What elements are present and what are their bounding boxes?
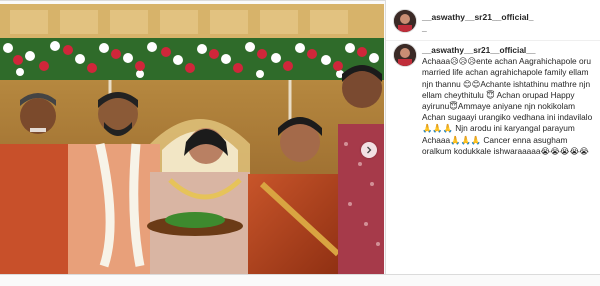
chevron-right-icon <box>367 146 372 154</box>
profile-picture <box>394 10 416 32</box>
bottom-divider <box>0 274 600 275</box>
avatar[interactable] <box>394 10 416 32</box>
comment-username[interactable]: __aswathy__sr21__official__ <box>422 45 594 56</box>
profile-picture <box>394 44 416 66</box>
post-header: __aswathy__sr21__official__ <box>386 0 600 41</box>
instagram-post-embed: __aswathy__sr21__official__ __aswathy__s… <box>0 0 600 286</box>
next-photo-button[interactable] <box>361 142 377 158</box>
post-photo[interactable] <box>0 4 384 274</box>
avatar[interactable] <box>394 44 416 66</box>
post-username[interactable]: __aswathy__sr21__official__ <box>422 12 534 34</box>
caption-text: Achaaa😥😥😥ente achan Aagrahichapole oru m… <box>422 56 595 156</box>
comment-body: __aswathy__sr21__official__ Achaaa😥😥😥ent… <box>422 45 594 157</box>
person-brother <box>338 65 384 274</box>
comments-panel: __aswathy__sr21__official__ __aswathy__s… <box>385 0 600 274</box>
wedding-photo-illustration <box>0 4 384 274</box>
